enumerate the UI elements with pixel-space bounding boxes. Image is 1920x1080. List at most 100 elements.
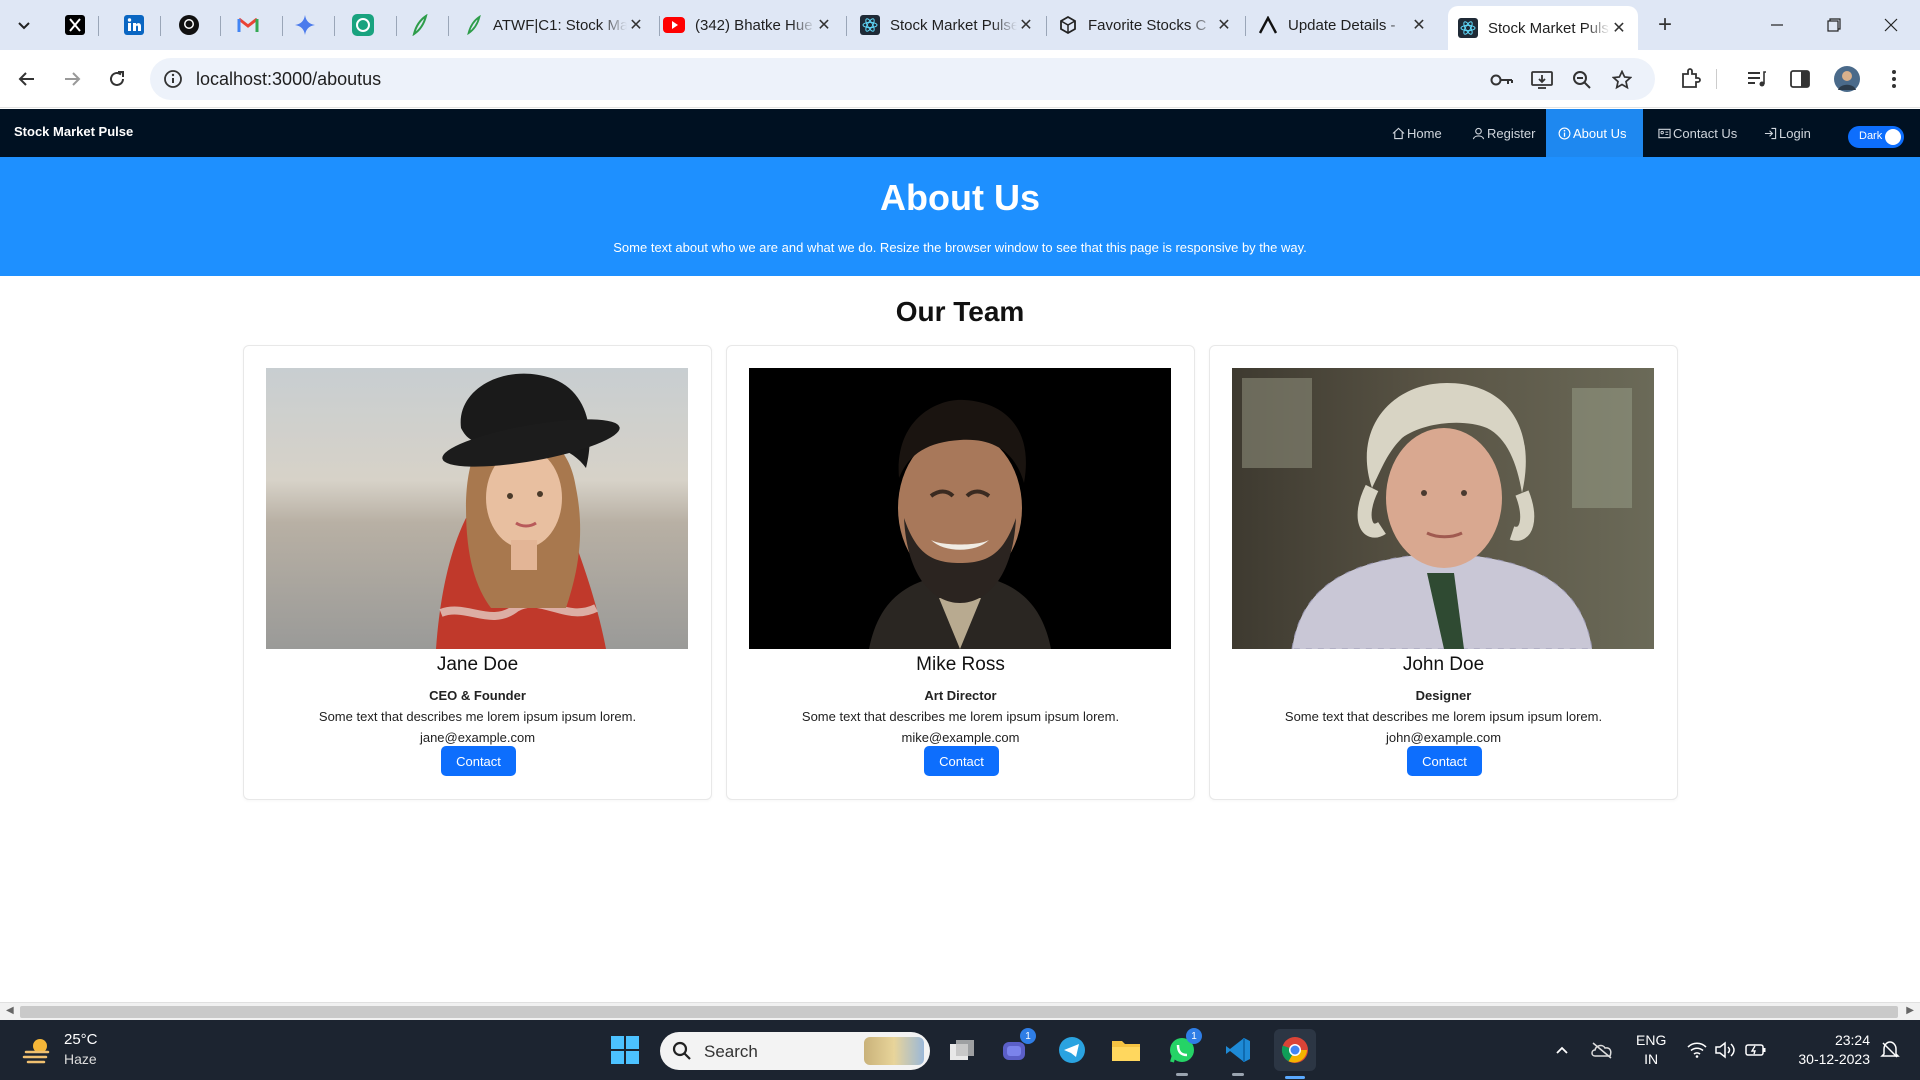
media-controls-icon[interactable] — [1743, 65, 1771, 93]
windows-start-icon[interactable] — [610, 1035, 640, 1065]
close-icon[interactable]: ✕ — [1017, 15, 1035, 35]
leaf-icon — [412, 14, 428, 36]
browser-tab-strip: ATWF|C1: Stock Market ✕ (342) Bhatke Hue… — [0, 0, 1920, 50]
gemini-icon — [295, 15, 315, 35]
site-navbar: Stock Market Pulse Home Register About U… — [0, 109, 1920, 157]
weather-condition[interactable]: Haze — [64, 1051, 97, 1067]
vscode-icon[interactable] — [1220, 1032, 1256, 1076]
zoom-icon[interactable] — [1570, 68, 1594, 92]
scroll-left-icon[interactable]: ◀ — [6, 1005, 14, 1016]
notifications-icon[interactable] — [1878, 1038, 1902, 1062]
react-icon — [1458, 18, 1478, 38]
new-tab-button[interactable]: + — [1650, 10, 1680, 40]
volume-icon[interactable] — [1713, 1038, 1737, 1062]
install-app-icon[interactable] — [1530, 68, 1554, 92]
team-card-jane: Jane Doe CEO & Founder Some text that de… — [243, 345, 712, 800]
plus-icon: + — [1657, 11, 1672, 38]
close-icon[interactable]: ✕ — [815, 15, 833, 35]
minimize-button[interactable] — [1754, 10, 1800, 40]
scroll-right-icon[interactable]: ▶ — [1906, 1005, 1914, 1016]
browser-menu-button[interactable] — [1880, 65, 1908, 93]
system-clock[interactable]: 23:24 30-12-2023 — [1780, 1031, 1870, 1069]
password-key-icon[interactable] — [1490, 68, 1514, 92]
address-bar[interactable]: localhost:3000/aboutus — [150, 58, 1655, 100]
battery-icon[interactable] — [1744, 1038, 1768, 1062]
page-title: About Us — [880, 177, 1040, 218]
reload-icon — [110, 71, 124, 86]
pinned-tab-leaf[interactable] — [402, 10, 438, 40]
close-icon[interactable]: ✕ — [1410, 15, 1428, 35]
member-description: Some text that describes me lorem ipsum … — [801, 709, 1120, 724]
member-role: Designer — [1415, 688, 1472, 703]
bookmark-star-icon[interactable] — [1610, 68, 1634, 92]
chevron-up-icon[interactable] — [1550, 1038, 1574, 1062]
github-icon — [179, 15, 199, 35]
onedrive-offline-icon[interactable] — [1590, 1038, 1614, 1062]
dark-mode-toggle[interactable]: Dark — [1848, 126, 1904, 148]
reload-button[interactable] — [100, 62, 134, 96]
gmail-icon — [237, 17, 259, 32]
brand-logo[interactable]: Stock Market Pulse — [14, 124, 133, 139]
more-vertical-icon — [1892, 70, 1896, 88]
profile-avatar[interactable] — [1833, 65, 1861, 93]
leaf-icon — [467, 15, 481, 35]
url-text[interactable]: localhost:3000/aboutus — [196, 69, 381, 90]
nav-register[interactable]: Register — [1460, 109, 1547, 157]
horizontal-scrollbar[interactable]: ◀ ▶ — [0, 1002, 1920, 1020]
tab-atwf[interactable]: ATWF|C1: Stock Market ✕ — [455, 8, 655, 42]
language-indicator[interactable]: ENG IN — [1636, 1031, 1666, 1069]
team-photo-jane — [266, 368, 688, 649]
pinned-tab-chatgpt[interactable] — [345, 10, 381, 40]
nav-home[interactable]: Home — [1380, 109, 1454, 157]
close-window-button[interactable] — [1868, 10, 1914, 40]
pinned-tab-gemini[interactable] — [287, 10, 323, 40]
nav-about-us[interactable]: About Us — [1546, 109, 1643, 157]
member-name: Jane Doe — [436, 654, 519, 675]
teams-icon[interactable]: 1 — [998, 1028, 1036, 1068]
nav-contact-us[interactable]: Contact Us — [1646, 109, 1749, 157]
nav-login[interactable]: Login — [1752, 109, 1823, 157]
chrome-icon[interactable] — [1274, 1029, 1316, 1079]
contact-button[interactable]: Contact — [924, 746, 999, 776]
wifi-icon[interactable] — [1685, 1038, 1709, 1062]
contact-button[interactable]: Contact — [441, 746, 516, 776]
chevron-down-icon — [18, 22, 30, 30]
about-hero: About Us Some text about who we are and … — [0, 157, 1920, 276]
contact-card-icon — [1658, 128, 1671, 138]
weather-haze-icon[interactable] — [22, 1034, 54, 1066]
youtube-icon — [663, 17, 685, 33]
whatsapp-icon[interactable]: 1 — [1164, 1028, 1202, 1076]
close-icon[interactable]: ✕ — [1610, 18, 1628, 38]
close-icon[interactable]: ✕ — [1215, 15, 1233, 35]
side-panel-icon[interactable] — [1786, 65, 1814, 93]
tab-update-details[interactable]: Update Details - ✕ — [1248, 8, 1438, 42]
tab-youtube[interactable]: (342) Bhatke Hue ✕ — [653, 8, 843, 42]
vercel-icon — [1258, 16, 1278, 34]
forward-button[interactable] — [55, 62, 89, 96]
tab-stock-market-pulse[interactable]: Stock Market Pulse ✕ — [850, 8, 1045, 42]
contact-button[interactable]: Contact — [1407, 746, 1482, 776]
telegram-icon[interactable] — [1054, 1032, 1090, 1068]
tab-favorite-stocks[interactable]: Favorite Stocks C ✕ — [1048, 8, 1243, 42]
minimize-icon — [1771, 24, 1783, 26]
back-button[interactable] — [10, 62, 44, 96]
taskbar-search[interactable]: Search — [660, 1032, 930, 1070]
extensions-icon[interactable] — [1676, 65, 1704, 93]
weather-temp[interactable]: 25°C — [64, 1031, 98, 1048]
scrollbar-thumb[interactable] — [20, 1006, 1898, 1018]
file-explorer-icon[interactable] — [1108, 1032, 1144, 1068]
restore-button[interactable] — [1811, 10, 1857, 40]
windows-taskbar: 25°C Haze Search 1 1 ENG IN 23:24 30-12-… — [0, 1020, 1920, 1080]
task-view-icon[interactable] — [944, 1032, 980, 1068]
info-icon[interactable] — [162, 68, 184, 90]
toggle-knob — [1885, 129, 1901, 145]
pinned-tab-github[interactable] — [171, 10, 207, 40]
pinned-tab-x[interactable] — [57, 10, 93, 40]
pinned-tab-linkedin[interactable] — [116, 10, 152, 40]
tab-active-stock-market-pulse[interactable]: Stock Market Pulse ✕ — [1448, 6, 1638, 50]
arrow-right-icon — [65, 72, 81, 86]
close-icon[interactable]: ✕ — [627, 15, 645, 35]
pinned-tab-gmail[interactable] — [230, 10, 266, 40]
tab-search-button[interactable] — [8, 10, 40, 40]
restore-icon — [1827, 18, 1841, 32]
